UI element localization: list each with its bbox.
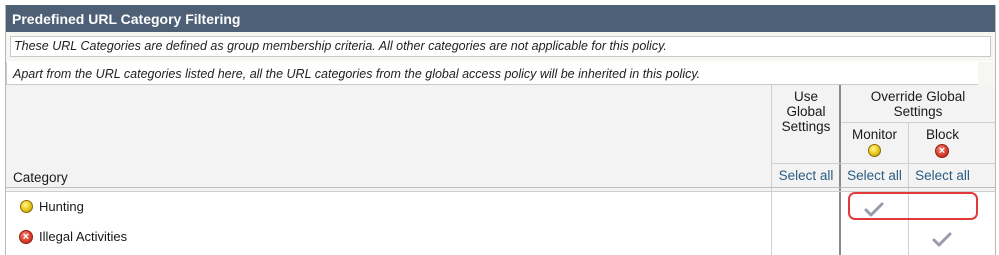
monitor-label: Monitor <box>851 127 897 142</box>
override-global-header: Override Global Settings <box>841 89 995 119</box>
monitor-header: Monitor <box>841 127 908 142</box>
note-fill <box>978 62 995 85</box>
select-all-monitor[interactable]: Select all <box>841 168 908 183</box>
category-name: Illegal Activities <box>39 229 128 244</box>
use-global-header: Use Global Settings <box>773 89 839 134</box>
block-header: Block <box>909 127 976 142</box>
url-category-panel: Predefined URL Category Filtering These … <box>5 5 996 255</box>
use-global-line1: Use <box>793 89 818 104</box>
monitor-icon <box>20 200 33 213</box>
block-icon: × <box>935 144 949 158</box>
use-global-line2: Global <box>786 104 826 119</box>
table-row-illegal-activities: × Illegal Activities <box>6 222 995 252</box>
header-bottom-line <box>6 187 995 188</box>
col-divider-use-global-body <box>771 192 772 255</box>
override-line2: Settings <box>893 104 943 119</box>
membership-note-container: These URL Categories are defined as grou… <box>6 32 995 61</box>
block-label: Block <box>925 127 959 142</box>
override-line1: Override Global <box>870 89 966 104</box>
category-header: Category <box>13 170 68 185</box>
monitor-icon <box>868 144 881 157</box>
override-subheader-line <box>841 122 995 123</box>
section-title: Predefined URL Category Filtering <box>6 5 995 32</box>
highlight-annotation <box>848 192 978 220</box>
inherit-note: Apart from the URL categories listed her… <box>6 62 978 85</box>
membership-note: These URL Categories are defined as grou… <box>10 36 991 57</box>
block-check-icon[interactable] <box>932 232 952 248</box>
select-all-line <box>771 163 995 164</box>
category-name: Hunting <box>39 199 84 214</box>
table-row-hunting: Hunting <box>6 192 995 222</box>
use-global-line3: Settings <box>781 119 831 134</box>
select-all-use-global[interactable]: Select all <box>773 168 839 183</box>
col-divider-override-body <box>839 192 841 255</box>
select-all-block[interactable]: Select all <box>909 168 976 183</box>
block-icon: × <box>19 230 33 244</box>
